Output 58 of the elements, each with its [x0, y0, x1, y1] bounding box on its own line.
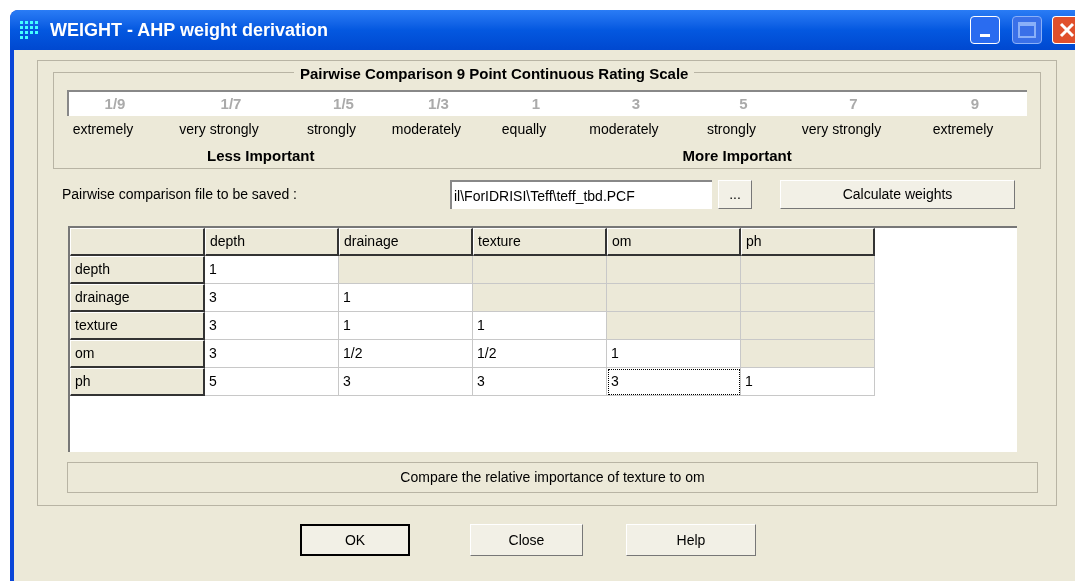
- matrix-cell[interactable]: 3: [205, 340, 339, 368]
- scale-value: 3: [631, 94, 641, 112]
- dialog-button[interactable]: OK: [300, 524, 410, 556]
- scale-value: 1/7: [220, 94, 242, 112]
- matrix-cell[interactable]: 3: [205, 284, 339, 312]
- scale-label: strongly: [307, 121, 356, 137]
- row-header: depth: [70, 256, 205, 284]
- scale-value: 7: [849, 94, 858, 112]
- scale-value: 1/3: [428, 94, 449, 112]
- matrix-cell[interactable]: 1/2: [339, 340, 473, 368]
- column-header: drainage: [339, 228, 473, 256]
- matrix-cell[interactable]: 1: [741, 368, 875, 396]
- row-header: texture: [70, 312, 205, 340]
- scale-value: 1/5: [333, 94, 354, 112]
- close-icon: [1057, 21, 1075, 39]
- window-title: WEIGHT - AHP weight derivation: [50, 18, 328, 42]
- matrix-cell[interactable]: 3: [339, 368, 473, 396]
- calculate-weights-button[interactable]: Calculate weights: [780, 180, 1015, 209]
- row-header: drainage: [70, 284, 205, 312]
- browse-button[interactable]: ...: [718, 180, 752, 209]
- dialog-button[interactable]: Help: [626, 524, 756, 556]
- dialog-button[interactable]: Close: [470, 524, 583, 556]
- scale-value: 1: [531, 94, 541, 112]
- column-header: om: [607, 228, 741, 256]
- matrix-cell[interactable]: 1/2: [473, 340, 607, 368]
- matrix-cell[interactable]: 5: [205, 368, 339, 396]
- row-header: ph: [70, 368, 205, 396]
- scale-label: moderately: [391, 121, 462, 137]
- matrix-cell[interactable]: 1: [205, 256, 339, 284]
- matrix-cell[interactable]: 1: [607, 340, 741, 368]
- less-important-label: Less Important: [207, 146, 315, 166]
- row-header: om: [70, 340, 205, 368]
- more-important-label: More Important: [682, 146, 792, 166]
- scale-label: extremely: [932, 121, 994, 137]
- maximize-button[interactable]: [1012, 16, 1042, 44]
- matrix-cell[interactable]: 1: [473, 312, 607, 340]
- matrix-cell[interactable]: 3: [607, 368, 741, 396]
- scale-label: equally: [501, 121, 547, 137]
- minimize-button[interactable]: [970, 16, 1000, 44]
- close-button[interactable]: [1052, 16, 1075, 44]
- status-message: Compare the relative importance of texture to om: [67, 462, 1038, 493]
- scale-label: strongly: [707, 121, 756, 137]
- matrix-cell[interactable]: 3: [473, 368, 607, 396]
- column-header: depth: [205, 228, 339, 256]
- file-path-field[interactable]: il\ForIDRISI\Teff\teff_tbd.PCF: [450, 180, 712, 209]
- column-header: ph: [741, 228, 875, 256]
- matrix-cell[interactable]: 1: [339, 284, 473, 312]
- scale-label: extremely: [72, 121, 134, 137]
- column-header: texture: [473, 228, 607, 256]
- scale-value: 1/9: [104, 94, 126, 112]
- file-label: Pairwise comparison file to be saved :: [62, 185, 298, 204]
- scale-value: 9: [970, 94, 980, 112]
- scale-label: very strongly: [179, 121, 259, 137]
- scale-label: very strongly: [801, 121, 882, 137]
- scale-label: moderately: [589, 121, 659, 137]
- matrix-cell[interactable]: 1: [339, 312, 473, 340]
- matrix-cell[interactable]: 3: [205, 312, 339, 340]
- scale-value: 5: [739, 94, 748, 112]
